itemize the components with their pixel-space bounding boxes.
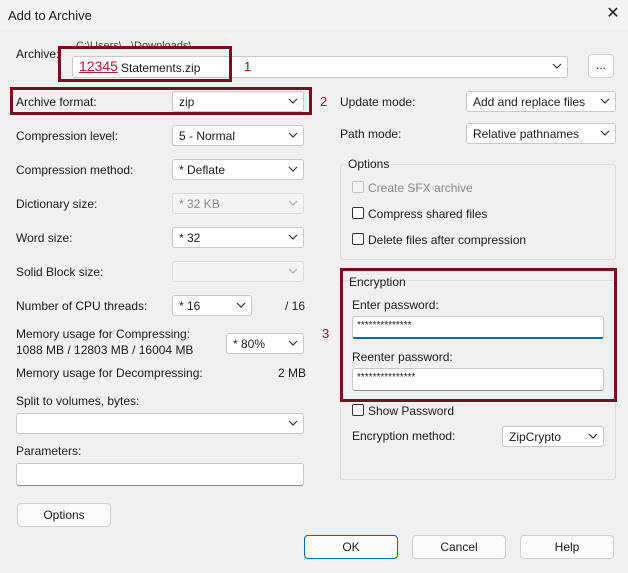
title-bar (0, 0, 628, 30)
parameters-input[interactable] (16, 463, 304, 486)
word-size-label: Word size: (16, 231, 73, 245)
chevron-down-icon (288, 132, 298, 138)
split-volumes-combo[interactable] (16, 413, 304, 434)
split-volumes-label: Split to volumes, bytes: (16, 394, 140, 408)
update-mode-value: Add and replace files (473, 95, 586, 109)
cpu-threads-value: * 16 (179, 299, 201, 313)
word-size-value: * 32 (179, 231, 201, 245)
chevron-down-icon (600, 98, 610, 104)
annotation-1: 1 (244, 59, 252, 74)
dictionary-size-select: * 32 KB (172, 193, 304, 214)
compression-method-value: * Deflate (179, 163, 226, 177)
encryption-method-select[interactable]: ZipCrypto (502, 426, 604, 447)
memory-compress-label: Memory usage for Compressing: (16, 327, 191, 341)
memory-usage-select[interactable]: * 80% (226, 333, 304, 354)
annotation-2: 2 (320, 94, 328, 109)
close-icon[interactable]: ✕ (604, 5, 622, 23)
update-mode-select[interactable]: Add and replace files (466, 91, 616, 112)
browse-button[interactable]: ... (588, 54, 614, 78)
dictionary-size-value: * 32 KB (179, 197, 220, 211)
chevron-down-icon (588, 433, 598, 439)
delete-after-checkbox[interactable] (352, 233, 364, 245)
encryption-group-title: Encryption (349, 275, 406, 289)
annotation-3: 3 (322, 326, 330, 341)
compress-shared-checkbox[interactable] (352, 207, 364, 219)
chevron-down-icon (288, 98, 298, 104)
word-size-select[interactable]: * 32 (172, 227, 304, 248)
solid-block-size-label: Solid Block size: (16, 265, 104, 279)
enter-password-label: Enter password: (352, 298, 439, 312)
chevron-down-icon (288, 268, 298, 274)
window-title: Add to Archive (8, 8, 92, 23)
show-password-label: Show Password (368, 404, 455, 418)
create-sfx-checkbox (352, 181, 364, 193)
help-button[interactable]: Help (520, 535, 614, 559)
reenter-password-value: *************** (357, 372, 416, 383)
chevron-down-icon (552, 63, 562, 69)
path-mode-label: Path mode: (340, 127, 402, 141)
archive-label: Archive: (16, 47, 60, 61)
create-sfx-label: Create SFX archive (368, 181, 473, 195)
archive-format-label: Archive format: (16, 95, 97, 109)
chevron-down-icon (288, 200, 298, 206)
chevron-down-icon (288, 166, 298, 172)
encryption-method-label: Encryption method: (352, 429, 456, 443)
compress-shared-label: Compress shared files (368, 207, 488, 221)
ok-button[interactable]: OK (304, 535, 398, 559)
parameters-label: Parameters: (16, 444, 82, 458)
memory-compress-detail: 1088 MB / 12803 MB / 16004 MB (16, 343, 194, 357)
chevron-down-icon (600, 130, 610, 136)
path-mode-select[interactable]: Relative pathnames (466, 123, 616, 144)
archive-format-select[interactable]: zip (172, 91, 304, 112)
chevron-down-icon (288, 340, 298, 346)
encryption-method-value: ZipCrypto (509, 430, 562, 444)
compression-level-select[interactable]: 5 - Normal (172, 125, 304, 146)
options-button[interactable]: Options (17, 503, 111, 527)
solid-block-size-select (172, 261, 304, 282)
chevron-down-icon (288, 234, 298, 240)
update-mode-label: Update mode: (340, 95, 416, 109)
memory-decompress-label: Memory usage for Decompressing: (16, 366, 203, 380)
enter-password-value: ************** (357, 320, 412, 331)
cancel-button[interactable]: Cancel (412, 535, 506, 559)
chevron-down-icon (236, 302, 246, 308)
dictionary-size-label: Dictionary size: (16, 197, 98, 211)
compression-level-value: 5 - Normal (179, 129, 236, 143)
reenter-password-input[interactable]: *************** (352, 368, 604, 391)
compression-method-label: Compression method: (16, 163, 134, 177)
reenter-password-label: Reenter password: (352, 350, 453, 364)
enter-password-input[interactable]: ************** (352, 316, 604, 339)
compression-method-select[interactable]: * Deflate (172, 159, 304, 180)
delete-after-label: Delete files after compression (368, 233, 527, 247)
cpu-threads-label: Number of CPU threads: (16, 299, 148, 313)
memory-usage-value: * 80% (233, 337, 266, 351)
chevron-down-icon (288, 420, 298, 426)
path-mode-value: Relative pathnames (473, 127, 580, 141)
show-password-checkbox[interactable] (352, 404, 364, 416)
archive-format-value: zip (179, 95, 195, 109)
cpu-threads-select[interactable]: * 16 (172, 295, 252, 316)
compression-level-label: Compression level: (16, 129, 119, 143)
options-group-title: Options (346, 157, 392, 171)
highlight-box-1 (58, 46, 232, 82)
memory-decompress-value: 2 MB (278, 366, 307, 380)
cpu-threads-total: / 16 (285, 299, 306, 313)
